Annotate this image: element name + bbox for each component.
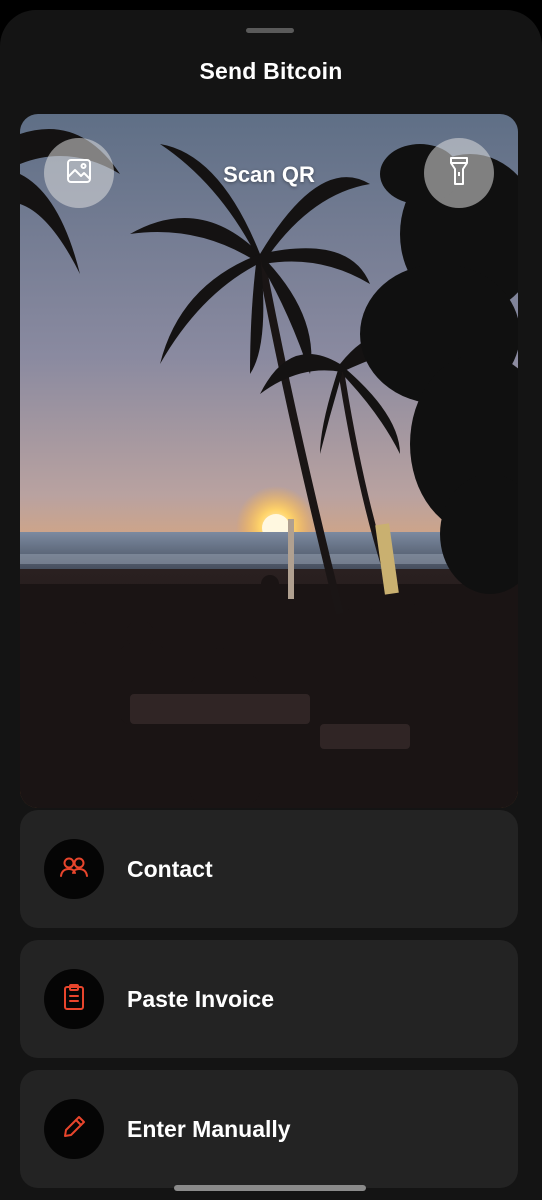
pencil-icon-circle <box>44 1099 104 1159</box>
flashlight-button[interactable] <box>424 138 494 208</box>
send-bitcoin-sheet: Send Bitcoin Scan QR Contact Paste Invoi… <box>0 10 542 1200</box>
contacts-icon <box>59 855 89 884</box>
paste-invoice-label: Paste Invoice <box>127 986 275 1012</box>
contact-option[interactable]: Contact <box>20 810 518 928</box>
home-indicator[interactable] <box>174 1185 366 1191</box>
pencil-icon <box>61 1114 87 1145</box>
paste-invoice-option[interactable]: Paste Invoice <box>20 940 518 1058</box>
flashlight-icon <box>446 155 472 192</box>
sheet-grabber[interactable] <box>246 28 294 33</box>
enter-manually-option[interactable]: Enter Manually <box>20 1070 518 1188</box>
camera-preview <box>20 114 518 808</box>
contact-label: Contact <box>127 856 213 882</box>
clipboard-icon <box>62 983 86 1016</box>
contact-icon-circle <box>44 839 104 899</box>
enter-manually-label: Enter Manually <box>127 1116 291 1142</box>
paste-icon-circle <box>44 969 104 1029</box>
qr-scanner-view[interactable]: Scan QR <box>20 114 518 808</box>
page-title: Send Bitcoin <box>199 58 343 84</box>
